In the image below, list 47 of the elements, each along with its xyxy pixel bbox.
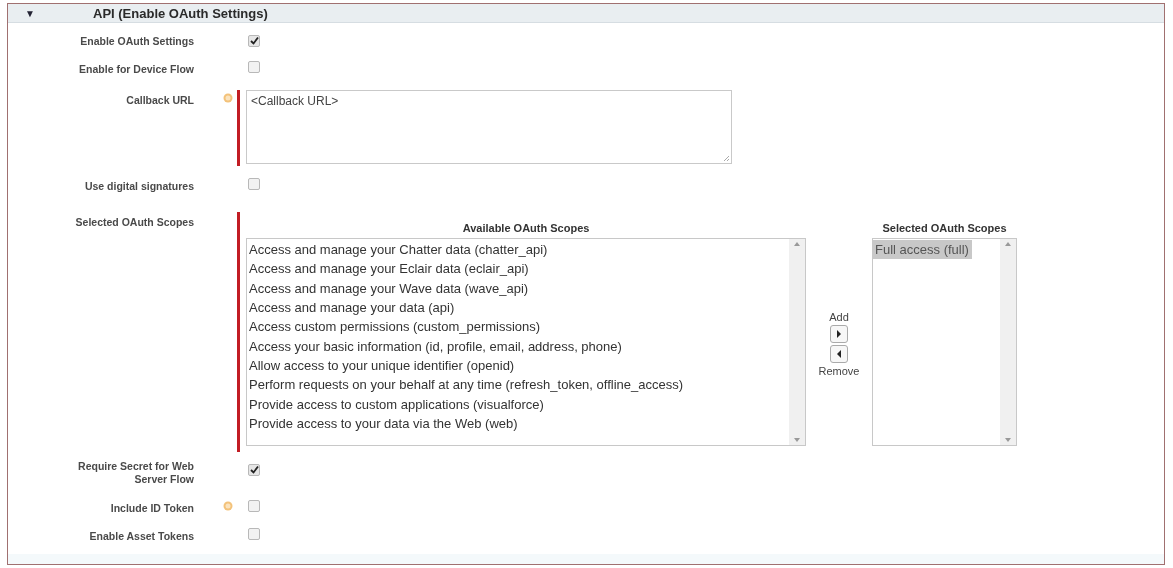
checkbox[interactable] [248,61,260,74]
right-arrow-icon [836,330,842,339]
list-option[interactable]: Access custom permissions (custom_permissions) [247,317,789,337]
checkbox[interactable] [248,178,260,191]
field-label: Selected OAuth Scopes [75,216,194,230]
field-label: Use digital signatures [84,180,194,194]
field-label: Enable OAuth Settings [80,35,194,49]
scrollbar[interactable] [789,239,805,446]
list-option[interactable]: Perform requests on your behalf at any time (refresh_token, offline_access) [247,375,789,395]
scroll-down-icon[interactable] [794,438,800,443]
scroll-up-icon[interactable] [794,242,800,247]
add-label: Add [829,311,849,324]
scroll-down-icon[interactable] [1005,438,1011,443]
list-option[interactable]: Access and manage your Eclair data (eclair_api) [247,259,789,279]
remove-label: Remove [818,365,860,378]
selected-scopes-list[interactable]: Full access (full) [872,238,1017,447]
scrollbar[interactable] [1000,239,1016,446]
list-option[interactable]: Access and manage your Wave data (wave_api) [247,278,789,298]
resize-grip-icon[interactable] [723,155,730,163]
list-option[interactable]: Allow access to your unique identifier (openid) [247,355,789,376]
list-heading: Available OAuth Scopes [462,222,590,235]
callback-url-field[interactable]: <Callback URL> [246,90,732,165]
list-option[interactable]: Full access (full) [873,240,972,260]
field-label: Enable for Device Flow [79,63,194,77]
add-button[interactable] [830,325,848,344]
available-scopes-list[interactable] [246,238,806,447]
scroll-up-icon[interactable] [1005,242,1011,247]
list-option[interactable]: Provide access to your data via the Web (web) [247,413,789,434]
checkbox[interactable] [248,500,260,513]
list-option[interactable]: Access and manage your Chatter data (chatter_api) [247,240,789,260]
info-icon[interactable] [223,93,233,104]
field-label: Include ID Token [110,502,194,516]
list-option[interactable]: Provide access to custom applications (visualforce) [247,394,789,414]
field-label: Require Secret for Web Server Flow [77,460,194,487]
field-label: Callback URL [126,94,194,108]
list-option[interactable]: Access your basic information (id, profile, email, address, phone) [247,336,789,356]
info-icon[interactable] [223,501,233,512]
checkbox[interactable] [248,463,260,476]
section-title: API (Enable OAuth Settings) [93,5,268,21]
collapse-toggle[interactable]: ▼ [25,7,93,19]
field-label: Enable Asset Tokens [89,530,194,544]
list-heading: Selected OAuth Scopes [882,222,1007,235]
checkbox[interactable] [248,528,260,541]
left-arrow-icon [836,350,842,359]
list-option[interactable]: Access and manage your data (api) [247,298,789,318]
remove-button[interactable] [830,345,848,364]
checkbox[interactable] [248,34,260,47]
